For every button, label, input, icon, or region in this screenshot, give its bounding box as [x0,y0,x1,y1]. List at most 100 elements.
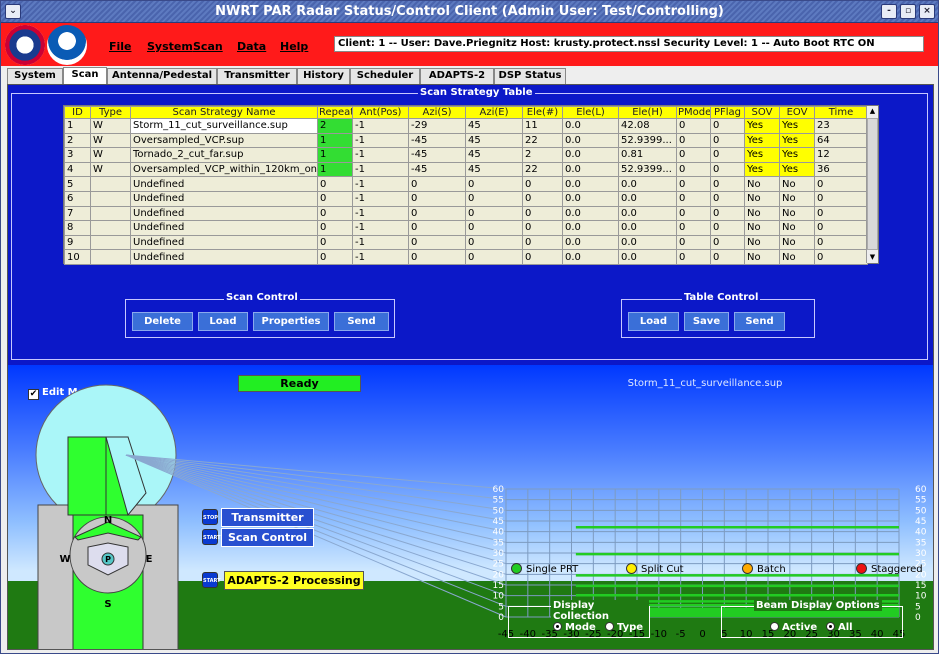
table-cell[interactable]: 0.0 [562,234,619,251]
table-cell[interactable]: W [90,161,131,178]
table-cell[interactable]: 0 [408,249,466,265]
menu-scan[interactable]: Scan [193,40,223,53]
radio-mode[interactable]: Mode [553,622,596,633]
tab-antenna-pedestal[interactable]: Antenna/Pedestal [107,68,217,84]
menu-system[interactable]: System [147,40,193,53]
table-cell[interactable]: 0 [522,190,563,207]
table-cell[interactable]: 0 [465,190,523,207]
table-cell[interactable]: 0 [814,249,868,265]
table-cell[interactable]: 6 [64,190,91,207]
table-row[interactable]: 1 W Storm_11_cut_surveillance.sup 2 -1 -29 45 1… [64,118,868,134]
table-cell[interactable]: 0.0 [562,176,619,192]
delete-button[interactable]: Delete [132,312,193,331]
tab-scan[interactable]: Scan [63,67,107,84]
table-cell[interactable]: -1 [352,234,409,251]
table-cell[interactable]: Oversampled_VCP_within_120km_on... [130,161,318,178]
table-cell[interactable]: Yes [744,147,780,163]
table-cell[interactable]: Undefined [130,205,318,222]
table-row[interactable]: 10 Undefined 0 -1 0 0 0 0.0 0.0 0 0 No No 0 [64,249,868,265]
table-save-button[interactable]: Save [684,312,729,331]
table-cell[interactable]: 8 [64,220,91,236]
tab-system[interactable]: System [7,68,63,84]
table-cell[interactable]: 0 [676,249,711,265]
table-cell[interactable]: 0.0 [618,176,677,192]
table-cell[interactable]: 0 [522,234,563,251]
table-row[interactable]: 5 Undefined 0 -1 0 0 0 0.0 0.0 0 0 No No 0 [64,176,868,192]
table-send-button[interactable]: Send [734,312,785,331]
table-cell[interactable]: 0 [522,220,563,236]
column-header[interactable]: SOV [744,106,780,119]
table-cell[interactable]: Undefined [130,249,318,265]
table-cell[interactable]: No [779,249,815,265]
table-cell[interactable] [90,249,131,265]
column-header[interactable]: Ele(H) [618,106,677,119]
table-cell[interactable]: 0 [710,205,745,222]
table-cell[interactable]: No [744,190,780,207]
table-cell[interactable]: 0 [408,176,466,192]
table-cell[interactable]: 0 [408,234,466,251]
table-row[interactable]: 4 W Oversampled_VCP_within_120km_on... 1 -1-… [64,161,868,178]
table-cell[interactable]: 0 [710,234,745,251]
table-cell[interactable]: 0.0 [562,118,619,134]
table-cell[interactable]: 22 [522,161,563,178]
table-cell[interactable]: 0 [814,220,868,236]
menu-data[interactable]: Data [237,40,266,53]
table-cell[interactable]: 0.0 [618,220,677,236]
table-cell[interactable]: 0.0 [618,190,677,207]
table-cell[interactable]: 0.81 [618,147,677,163]
table-cell[interactable] [90,234,131,251]
table-cell[interactable]: Yes [779,132,815,149]
table-cell[interactable]: Yes [744,161,780,178]
table-cell[interactable]: 1 [64,118,91,134]
table-cell[interactable]: 64 [814,132,868,149]
table-cell[interactable]: 0 [408,190,466,207]
table-cell[interactable]: Yes [744,118,780,134]
table-cell[interactable]: 36 [814,161,868,178]
table-cell[interactable]: 0 [676,190,711,207]
radio-all[interactable]: All [826,622,853,633]
table-cell[interactable]: 0 [814,234,868,251]
table-cell[interactable]: No [779,205,815,222]
table-cell[interactable]: -45 [408,132,466,149]
table-cell[interactable]: 0 [408,205,466,222]
tab-dsp-status[interactable]: DSP Status [494,68,566,84]
adapts-processing-button[interactable]: ADAPTS-2 Processing [224,571,364,590]
table-cell[interactable]: -45 [408,161,466,178]
table-cell[interactable]: 0.0 [562,220,619,236]
table-cell[interactable]: 0 [317,176,353,192]
table-row[interactable]: 7 Undefined 0 -1 0 0 0 0.0 0.0 0 0 No No 0 [64,205,868,222]
minimize-button[interactable]: - [881,4,897,19]
adapts-start-icon[interactable]: START [202,572,221,588]
table-cell[interactable]: 0 [710,249,745,265]
table-cell[interactable]: 0 [408,220,466,236]
table-cell[interactable]: -45 [408,147,466,163]
transmitter-button[interactable]: Transmitter [221,508,314,527]
table-cell[interactable]: 0 [676,234,711,251]
column-header[interactable]: Repeat [317,106,353,119]
table-cell[interactable]: 0 [317,234,353,251]
radio-type-indicator[interactable] [605,622,614,631]
column-header[interactable]: ID [64,106,91,119]
table-cell[interactable] [90,220,131,236]
table-cell[interactable]: No [744,220,780,236]
table-cell[interactable]: No [779,190,815,207]
radio-mode-indicator[interactable] [553,622,562,631]
table-cell[interactable]: -1 [352,161,409,178]
table-row[interactable]: 2 W Oversampled_VCP.sup 1 -1 -45 45 22 0.0 52.939… [64,132,868,149]
table-cell[interactable]: Tornado_2_cut_far.sup [130,147,318,163]
table-cell[interactable]: 0 [710,118,745,134]
radio-active[interactable]: Active [770,622,817,633]
table-cell[interactable]: 1 [317,161,353,178]
send-button[interactable]: Send [334,312,389,331]
tab-history[interactable]: History [297,68,350,84]
column-header[interactable]: Ele(#) [522,106,563,119]
radio-type[interactable]: Type [605,622,643,633]
table-cell[interactable]: 0 [676,205,711,222]
table-cell[interactable]: 0.0 [562,249,619,265]
load-button[interactable]: Load [198,312,248,331]
table-cell[interactable]: 0 [676,176,711,192]
table-cell[interactable]: -1 [352,118,409,134]
table-cell[interactable]: -1 [352,190,409,207]
table-cell[interactable]: 0.0 [562,132,619,149]
table-cell[interactable]: 45 [465,147,523,163]
